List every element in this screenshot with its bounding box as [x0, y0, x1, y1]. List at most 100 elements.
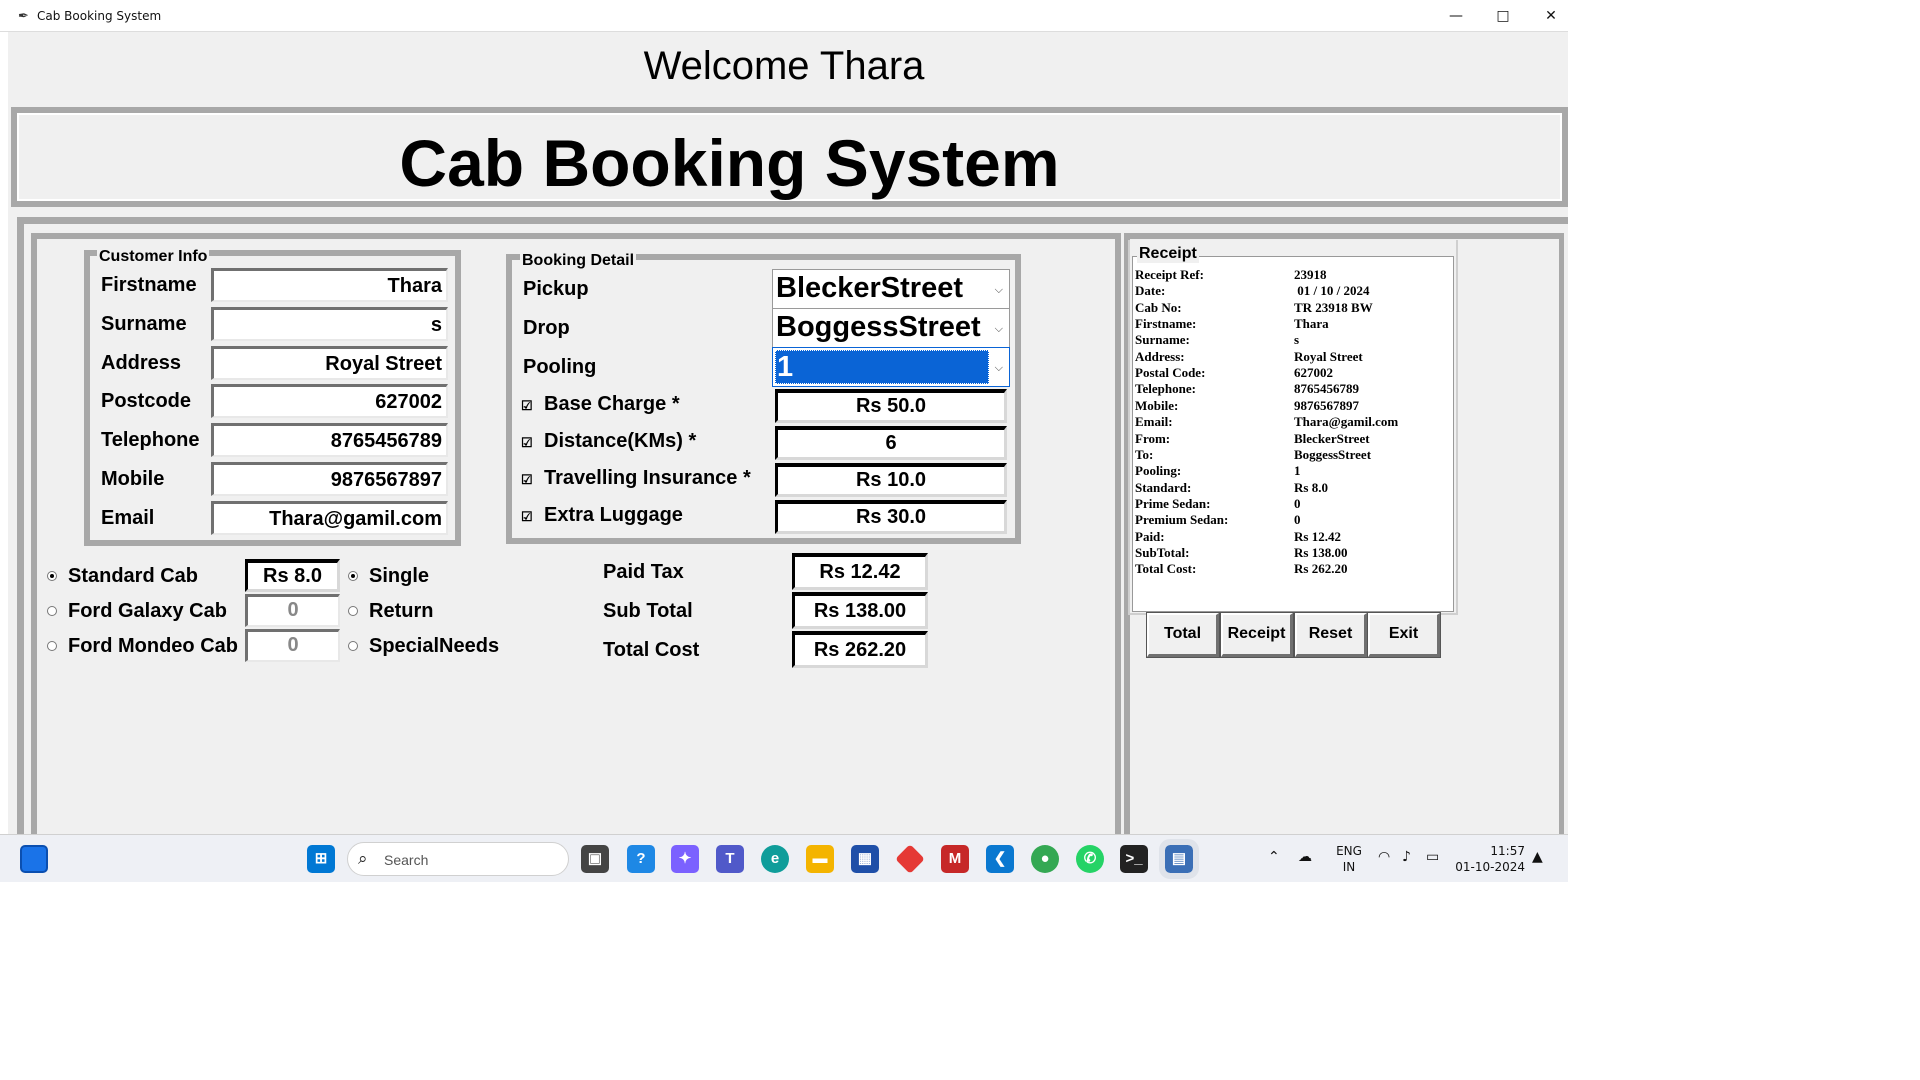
widgets-icon[interactable]: [20, 845, 48, 873]
chevron-down-icon: ⌵: [994, 362, 1003, 374]
file-explorer-icon[interactable]: ▬: [806, 845, 834, 873]
volume-icon[interactable]: ♪: [1402, 849, 1411, 865]
clock[interactable]: 11:57 01-10-2024: [1455, 843, 1525, 875]
charge-label: Base Charge *: [544, 393, 680, 415]
pickup-combobox[interactable]: BleckerStreet ⌵: [772, 269, 1010, 309]
trip-radio[interactable]: [348, 606, 358, 616]
reset-button[interactable]: Reset: [1294, 612, 1368, 658]
taskbar-search[interactable]: ⌕ Search: [347, 842, 569, 876]
close-button[interactable]: ✕: [1531, 4, 1571, 28]
receipt-key: SubTotal:: [1135, 544, 1190, 560]
charge-label: Travelling Insurance *: [544, 467, 751, 489]
checkbox-check-icon[interactable]: ☑: [521, 398, 533, 414]
charge-value-field[interactable]: Rs 30.0: [775, 500, 1007, 534]
charge-value-field[interactable]: Rs 10.0: [775, 463, 1007, 497]
teams-icon[interactable]: T: [716, 845, 744, 873]
receipt-value: 01 / 10 / 2024: [1294, 283, 1370, 299]
cab-label: Standard Cab: [68, 565, 199, 587]
total-label: Sub Total: [603, 600, 693, 622]
pooling-value: 1: [775, 350, 989, 384]
receipt-line: To: BoggessStreet: [1133, 447, 1453, 463]
trip-label: Return: [369, 600, 434, 622]
total-button[interactable]: Total: [1146, 612, 1220, 658]
receipt-value: 23918: [1294, 267, 1327, 282]
mcafee-icon[interactable]: M: [941, 845, 969, 873]
window-titlebar: ✒ Cab Booking System — □ ✕: [0, 0, 1568, 32]
charge-value-field[interactable]: 6: [775, 426, 1007, 460]
wifi-icon[interactable]: ◠: [1378, 849, 1390, 865]
receipt-value: 9876567897: [1294, 397, 1359, 413]
vscode-icon[interactable]: ❮: [986, 845, 1014, 873]
receipt-line: Email: Thara@gamil.com: [1133, 414, 1453, 430]
cab-radio[interactable]: [47, 571, 57, 581]
language-indicator[interactable]: ENG IN: [1335, 843, 1363, 875]
customer-email-input[interactable]: Thara@gamil.com: [211, 500, 448, 535]
cab-radio[interactable]: [47, 606, 57, 616]
chevron-up-icon[interactable]: ⌃: [1268, 849, 1280, 865]
terminal-icon[interactable]: >_: [1120, 845, 1148, 873]
windows-start-icon[interactable]: ⊞: [307, 845, 335, 873]
receipt-key: Receipt Ref:: [1135, 267, 1204, 282]
receipt-key: Premium Sedan:: [1135, 512, 1229, 528]
task-view-icon[interactable]: ▣: [581, 845, 609, 873]
receipt-key: Pooling:: [1135, 463, 1182, 479]
onedrive-icon[interactable]: ☁: [1298, 849, 1312, 865]
customer-mobile-input[interactable]: 9876567897: [211, 462, 448, 496]
receipt-value: Rs 12.42: [1294, 528, 1341, 544]
receipt-value: Rs 138.00: [1294, 544, 1348, 560]
customer-surname-input[interactable]: s: [211, 306, 448, 341]
receipt-value: BleckerStreet: [1294, 430, 1370, 446]
receipt-value: 0: [1294, 512, 1301, 528]
cab-radio[interactable]: [47, 641, 57, 651]
receipt-key: To:: [1135, 446, 1154, 462]
receipt-value: Thara@gamil.com: [1294, 414, 1399, 430]
trip-label: SpecialNeeds: [369, 635, 500, 657]
cab-price-field[interactable]: 0: [245, 629, 340, 662]
receipt-button[interactable]: Receipt: [1220, 612, 1294, 658]
total-value-field[interactable]: Rs 12.42: [792, 553, 928, 590]
battery-icon[interactable]: ▭: [1426, 849, 1439, 865]
pickup-label: Pickup: [523, 278, 589, 300]
edge-icon[interactable]: e: [761, 845, 789, 873]
notification-bell-icon[interactable]: ▲: [1532, 849, 1543, 865]
clock-date: 01-10-2024: [1455, 860, 1525, 874]
maximize-button[interactable]: □: [1483, 4, 1523, 28]
checkbox-check-icon[interactable]: ☑: [521, 472, 533, 488]
checkbox-check-icon[interactable]: ☑: [521, 435, 533, 451]
total-value-field[interactable]: Rs 138.00: [792, 592, 928, 629]
total-value-field[interactable]: Rs 262.20: [792, 631, 928, 668]
python-app-icon[interactable]: ▤: [1159, 839, 1199, 879]
customer-address-input[interactable]: Royal Street: [211, 345, 448, 380]
checkbox-check-icon[interactable]: ☑: [521, 509, 533, 525]
app-diamond-icon[interactable]: [895, 844, 925, 874]
customer-telephone-input[interactable]: 8765456789: [211, 423, 448, 458]
cab-price-field[interactable]: Rs 8.0: [245, 559, 340, 592]
exit-button[interactable]: Exit: [1367, 612, 1441, 658]
customer-address-label: Address: [101, 351, 182, 374]
receipt-key: Paid:: [1135, 528, 1165, 544]
search-placeholder: Search: [384, 852, 429, 868]
pooling-label: Pooling: [523, 356, 597, 378]
trip-radio[interactable]: [348, 571, 358, 581]
whatsapp-icon[interactable]: ✆: [1076, 845, 1104, 873]
minimize-button[interactable]: —: [1436, 4, 1476, 28]
cab-price-field[interactable]: 0: [245, 594, 340, 627]
total-label: Paid Tax: [603, 561, 684, 583]
pooling-combobox[interactable]: 1 ⌵: [772, 347, 1010, 387]
receipt-value: Thara: [1294, 316, 1329, 332]
chrome-icon[interactable]: ●: [1031, 845, 1059, 873]
store-icon[interactable]: ▦: [851, 845, 879, 873]
customer-firstname-input[interactable]: Thara: [211, 268, 448, 302]
receipt-line: Address: Royal Street: [1133, 349, 1453, 365]
help-icon[interactable]: ?: [627, 845, 655, 873]
title-panel: Cab Booking System: [11, 107, 1568, 207]
receipt-line: Date: 01 / 10 / 2024: [1133, 283, 1453, 299]
copilot-icon[interactable]: ✦: [671, 845, 699, 873]
pickup-value: BleckerStreet: [776, 272, 963, 304]
charge-value-field[interactable]: Rs 50.0: [775, 389, 1007, 423]
customer-postcode-input[interactable]: 627002: [211, 384, 448, 419]
trip-radio[interactable]: [348, 641, 358, 651]
drop-combobox[interactable]: BoggessStreet ⌵: [772, 308, 1010, 348]
customer-info-legend: Customer Info: [97, 248, 210, 266]
search-icon: ⌕: [358, 849, 368, 868]
